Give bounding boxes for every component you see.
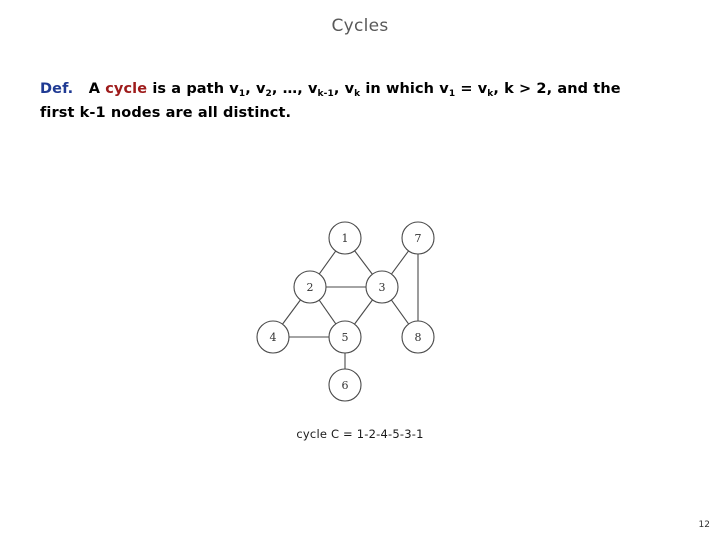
graph-node-8: 8 — [401, 320, 435, 354]
page-number: 12 — [698, 520, 710, 530]
definition-label: Def. — [40, 81, 74, 97]
graph-edge-3-7 — [391, 250, 409, 275]
slide: Cycles Def. A cycle is a path v1, v2, …,… — [0, 0, 720, 540]
graph-edge-2-5 — [318, 299, 337, 325]
graph-node-label-4: 4 — [270, 331, 277, 344]
graph-caption: cycle C = 1-2-4-5-3-1 — [296, 427, 424, 441]
graph-node-label-7: 7 — [415, 232, 422, 245]
definition-segment-5: in which v — [360, 81, 449, 97]
definition-spacer — [78, 81, 88, 97]
definition-term-cycle: cycle — [105, 81, 148, 97]
graph-edge-3-8 — [390, 299, 410, 325]
graph-node-6: 6 — [328, 368, 362, 402]
definition-sub-3: k-1 — [317, 88, 334, 99]
graph-node-label-1: 1 — [342, 232, 349, 245]
graph-node-3: 3 — [365, 270, 399, 304]
graph-node-label-8: 8 — [415, 331, 422, 344]
graph-node-label-5: 5 — [342, 331, 349, 344]
graph-node-2: 2 — [293, 270, 327, 304]
definition-pre-term: A — [88, 81, 106, 97]
definition-paragraph: Def. A cycle is a path v1, v2, …, vk-1, … — [40, 78, 640, 124]
definition-sub-6: k — [487, 88, 494, 99]
definition-segment-2: , v — [245, 81, 266, 97]
definition-sub-1: 1 — [238, 88, 246, 99]
graph-edge-1-3 — [354, 250, 373, 275]
graph-node-5: 5 — [328, 320, 362, 354]
definition-segment-6: = v — [455, 81, 488, 97]
graph-edge-1-2 — [318, 250, 337, 275]
definition-segment-3: , …, v — [271, 81, 318, 97]
page-title: Cycles — [331, 16, 389, 36]
graph-node-4: 4 — [256, 320, 290, 354]
graph-node-1: 1 — [328, 221, 362, 255]
definition-sub-2: 2 — [265, 88, 272, 99]
definition-segment-1: is a path v — [147, 81, 239, 97]
graph-edge-2-4 — [282, 299, 301, 325]
graph-node-label-2: 2 — [307, 281, 314, 294]
definition-sub-4: k — [354, 88, 361, 99]
definition-sub-5: 1 — [448, 88, 456, 99]
graph-edge-3-5 — [354, 299, 373, 325]
graph-node-label-3: 3 — [379, 281, 386, 294]
graph-diagram: 1 2 3 4 5 6 7 8 — [245, 210, 460, 410]
graph-svg: 1 2 3 4 5 6 7 8 — [256, 221, 435, 402]
graph-node-layer: 1 2 3 4 5 6 7 8 — [256, 221, 435, 402]
graph-node-7: 7 — [401, 221, 435, 255]
definition-segment-4: , v — [333, 81, 355, 97]
graph-node-label-6: 6 — [342, 379, 349, 392]
